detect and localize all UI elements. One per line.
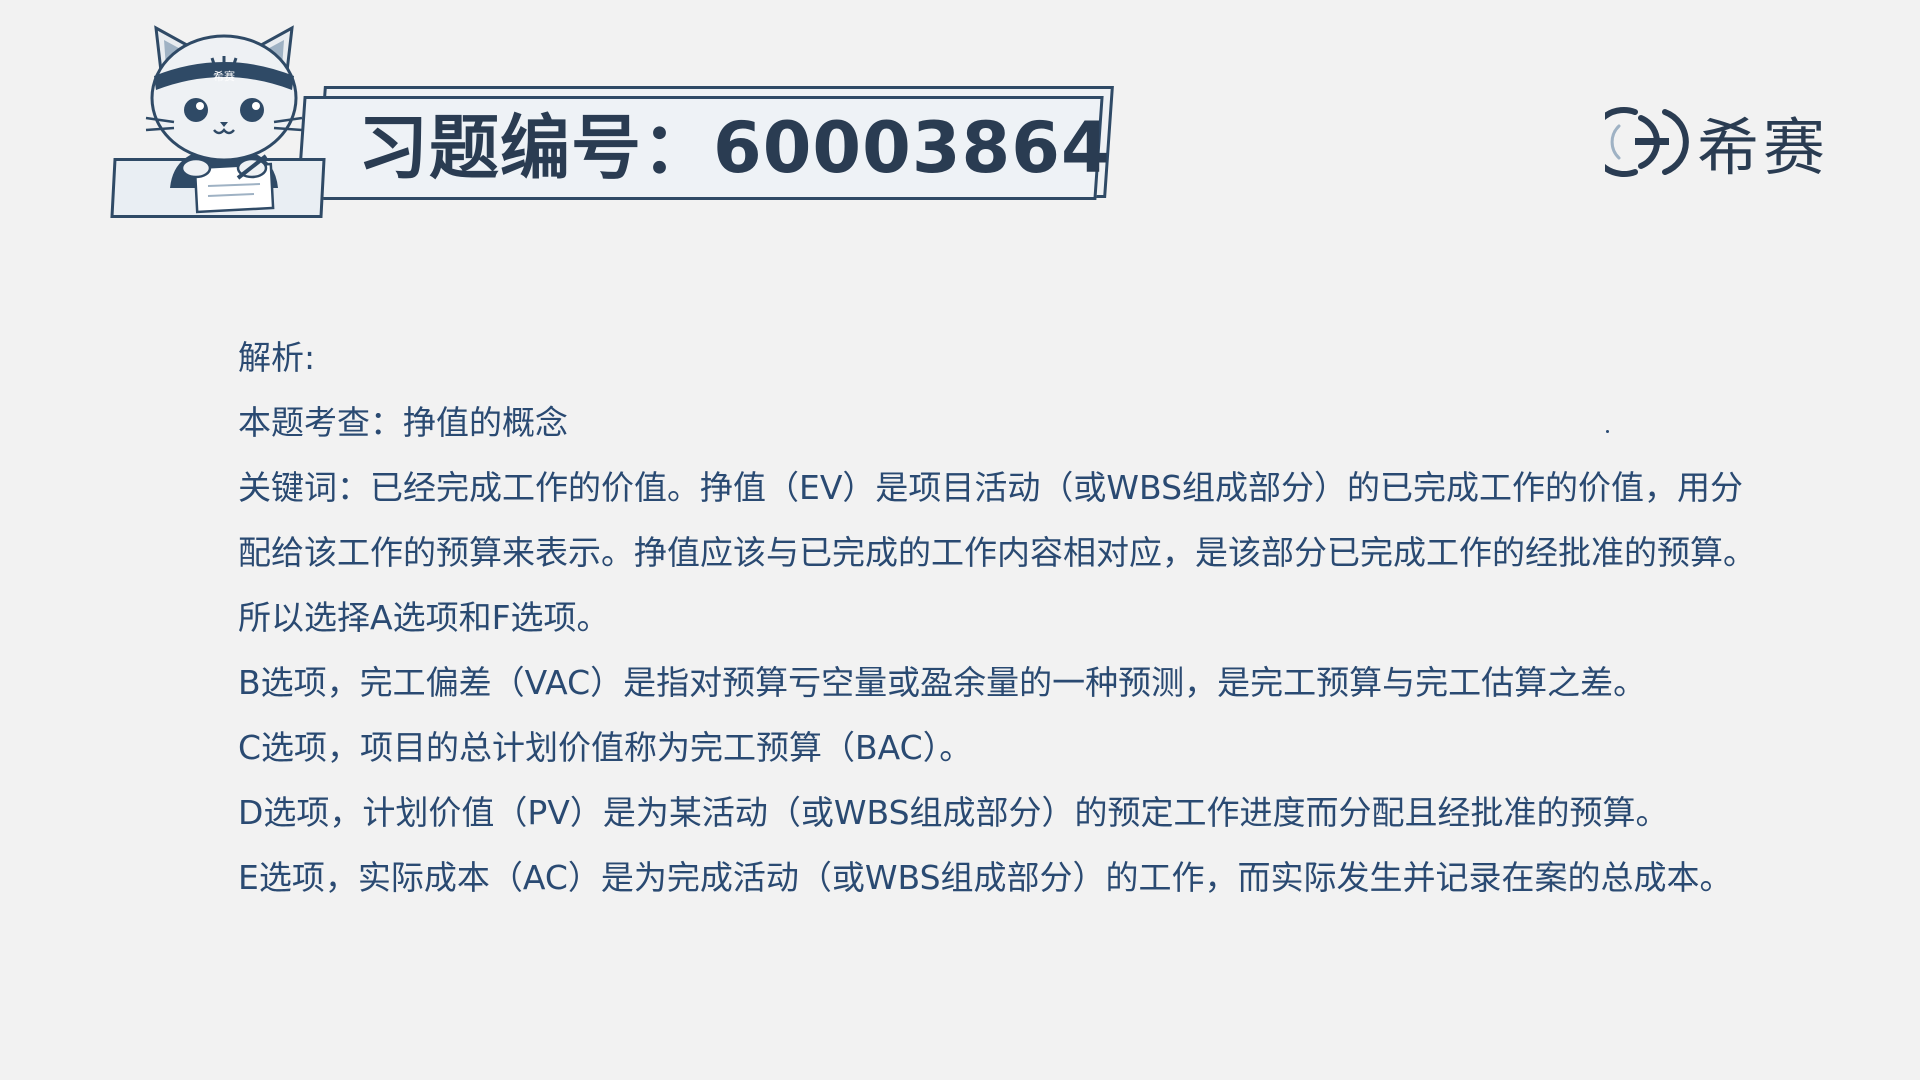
analysis-option-e: E选项，实际成本（AC）是为完成活动（或WBS组成部分）的工作，而实际发生并记录… bbox=[238, 858, 1733, 897]
analysis-option-d: D选项，计划价值（PV）是为某活动（或WBS组成部分）的预定工作进度而分配且经批… bbox=[238, 793, 1669, 832]
analysis-keywords: 关键词：已经完成工作的价值。挣值（EV）是项目活动（或WBS组成部分）的已完成工… bbox=[238, 468, 1756, 637]
cat-mascot-icon: 希赛 bbox=[145, 25, 303, 214]
analysis-heading: 解析: bbox=[238, 338, 316, 377]
analysis-option-b: B选项，完工偏差（VAC）是指对预算亏空量或盈余量的一种预测，是完工预算与完工估… bbox=[238, 663, 1647, 702]
xisai-logo: 希赛 bbox=[1605, 102, 1829, 184]
analysis-topic: 本题考查：挣值的概念 bbox=[238, 403, 568, 442]
exercise-number-title: 习题编号：60003864 bbox=[358, 107, 1111, 189]
stray-dot bbox=[1606, 430, 1609, 433]
mascot-headband-text: 希赛 bbox=[213, 69, 235, 83]
e-circle-logo-icon bbox=[1605, 107, 1689, 177]
analysis-section: 解析: 本题考查：挣值的概念 关键词：已经完成工作的价值。挣值（EV）是项目活动… bbox=[238, 325, 1798, 910]
logo-text: 希赛 bbox=[1697, 111, 1830, 184]
analysis-option-c: C选项，项目的总计划价值称为完工预算（BAC）。 bbox=[238, 728, 973, 767]
